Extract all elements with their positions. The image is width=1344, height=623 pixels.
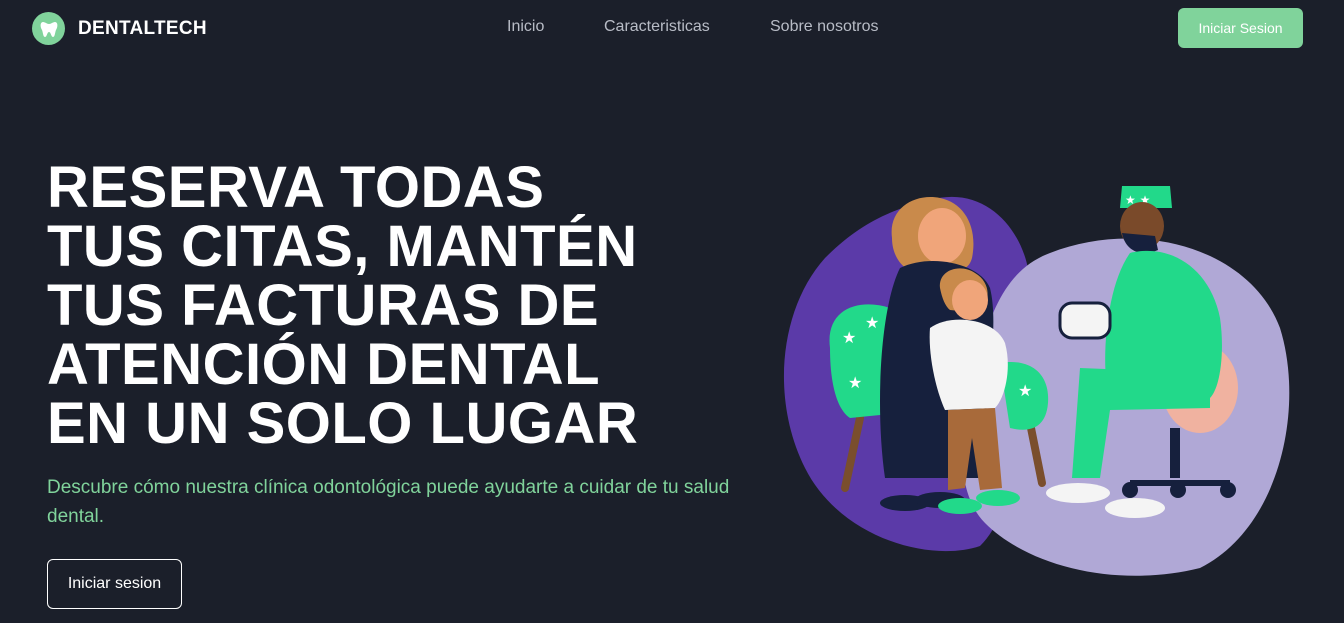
svg-text:★: ★ [865, 313, 879, 332]
hero-login-button[interactable]: Iniciar sesion [47, 559, 182, 609]
dentist-family-illustration: ★ ★ ★ ★ ★ ★ [783, 186, 1290, 576]
nav-link-caracteristicas[interactable]: Caracteristicas [604, 18, 710, 36]
nav-link-inicio[interactable]: Inicio [507, 18, 544, 36]
navbar: DENTALTECH Inicio Caracteristicas Sobre … [0, 0, 1344, 56]
hero-title: RESERVA TODAS TUS CITAS, MANTÉN TUS FACT… [47, 158, 638, 453]
hero-title-line: EN UN SOLO LUGAR [47, 391, 639, 456]
nav-link-sobre-nosotros[interactable]: Sobre nosotros [770, 18, 879, 36]
nav-links: Inicio Caracteristicas Sobre nosotros [0, 18, 1344, 38]
page: DENTALTECH Inicio Caracteristicas Sobre … [0, 0, 1344, 623]
hero-title-line: ATENCIÓN DENTAL [47, 332, 601, 397]
hero-title-line: TUS FACTURAS DE [47, 273, 600, 338]
login-button[interactable]: Iniciar Sesion [1178, 8, 1303, 48]
svg-text:★: ★ [1018, 381, 1032, 400]
svg-text:★: ★ [848, 373, 862, 392]
hero-title-line: RESERVA TODAS [47, 155, 545, 220]
hero-subtitle: Descubre cómo nuestra clínica odontológi… [47, 477, 730, 527]
svg-text:★: ★ [842, 328, 856, 347]
hero-title-line: TUS CITAS, MANTÉN [47, 214, 638, 279]
